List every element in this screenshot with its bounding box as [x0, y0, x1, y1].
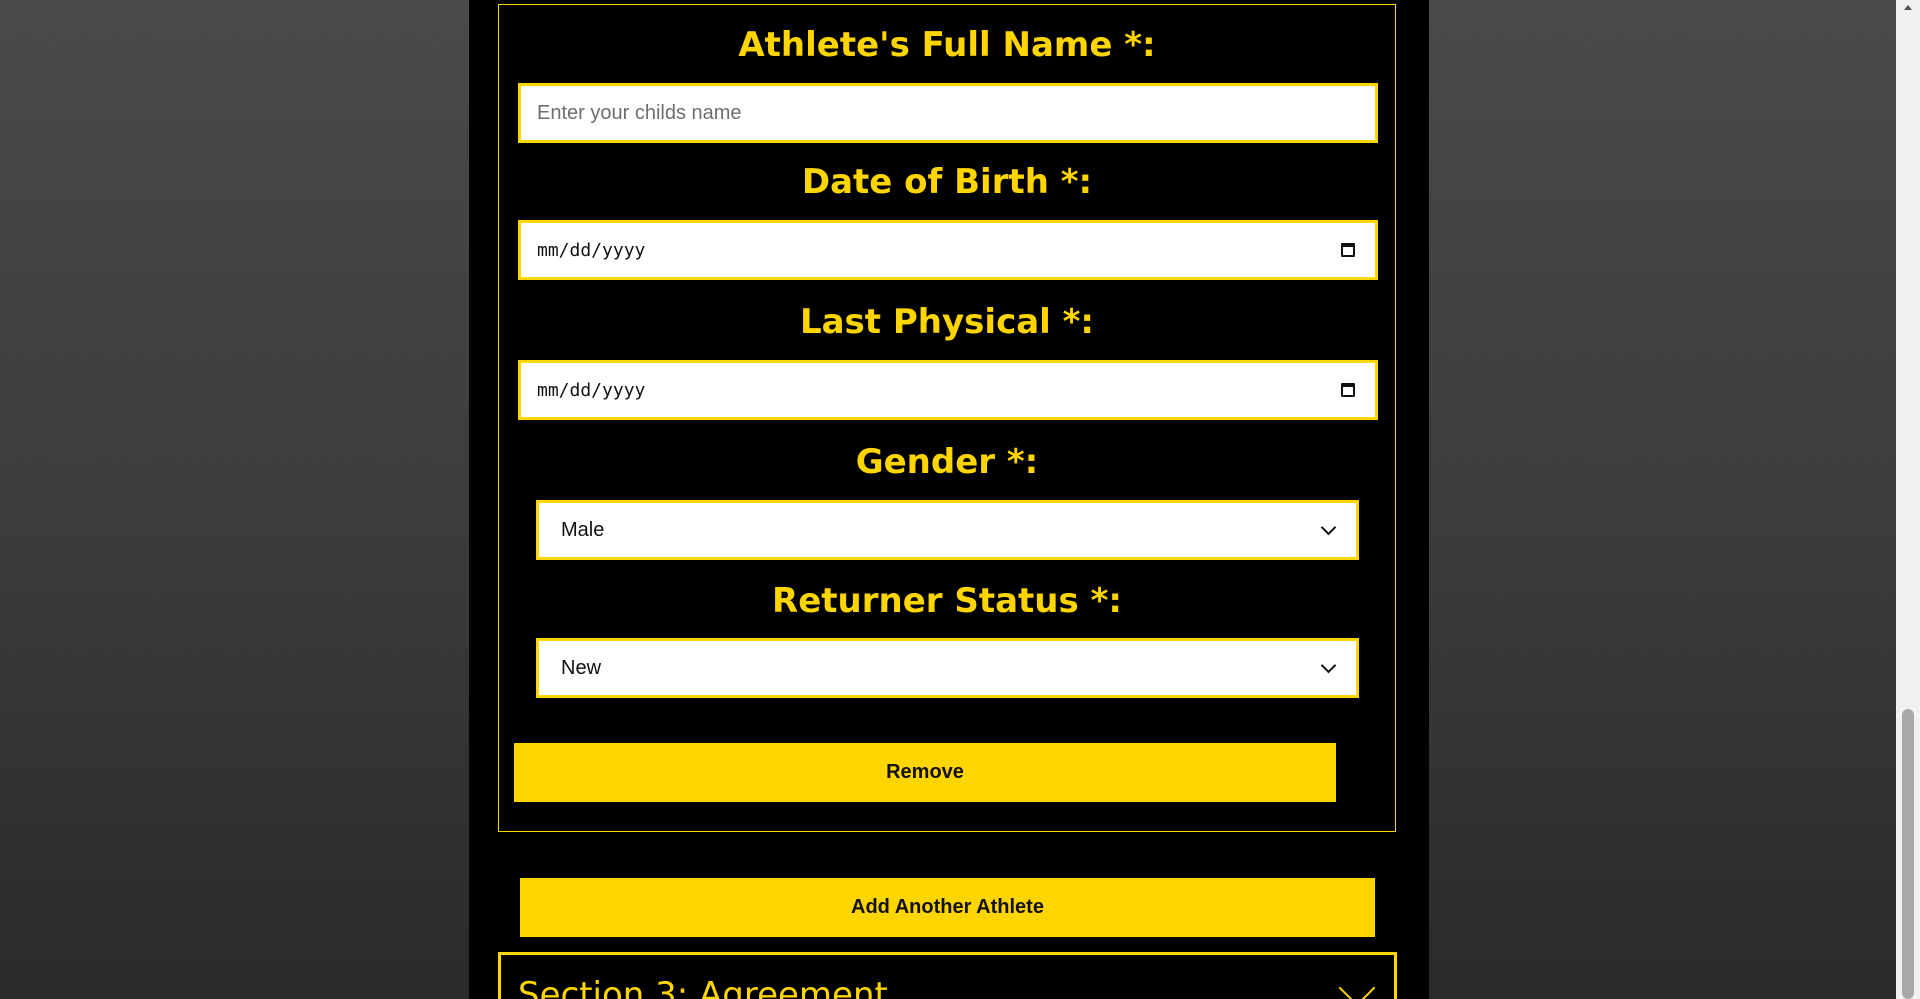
- gender-label: Gender *:: [855, 442, 1039, 482]
- returner-status-value: New: [561, 656, 602, 679]
- section3-title: Section 3: Agreement: [518, 975, 888, 999]
- scroll-up-arrow-icon[interactable]: [1904, 5, 1912, 10]
- chevron-down-icon[interactable]: [1338, 969, 1376, 999]
- vertical-scrollbar[interactable]: [1896, 0, 1920, 999]
- last-physical-label: Last Physical *:: [799, 302, 1095, 342]
- dob-label: Date of Birth *:: [801, 162, 1093, 202]
- gender-select[interactable]: Male: [536, 500, 1359, 560]
- calendar-icon[interactable]: [1341, 383, 1355, 397]
- section3-agreement-header[interactable]: Section 3: Agreement: [498, 952, 1397, 999]
- calendar-icon[interactable]: [1341, 243, 1355, 257]
- scrollbar-thumb[interactable]: [1902, 709, 1914, 999]
- athlete-name-placeholder: Enter your childs name: [537, 101, 742, 124]
- returner-status-label: Returner Status *:: [772, 581, 1122, 621]
- athlete-name-label: Athlete's Full Name *:: [738, 25, 1156, 65]
- dob-placeholder: mm/dd/yyyy: [537, 239, 646, 261]
- gender-value: Male: [561, 518, 605, 541]
- last-physical-input[interactable]: mm/dd/yyyy: [518, 360, 1378, 420]
- dob-input[interactable]: mm/dd/yyyy: [518, 220, 1378, 280]
- remove-athlete-button[interactable]: Remove: [514, 743, 1336, 802]
- athlete-name-input[interactable]: Enter your childs name: [518, 83, 1378, 143]
- last-physical-placeholder: mm/dd/yyyy: [537, 379, 646, 401]
- returner-status-select[interactable]: New: [536, 638, 1359, 698]
- chevron-down-icon: [1320, 657, 1337, 673]
- chevron-down-icon: [1320, 519, 1337, 535]
- add-another-athlete-button[interactable]: Add Another Athlete: [520, 878, 1375, 937]
